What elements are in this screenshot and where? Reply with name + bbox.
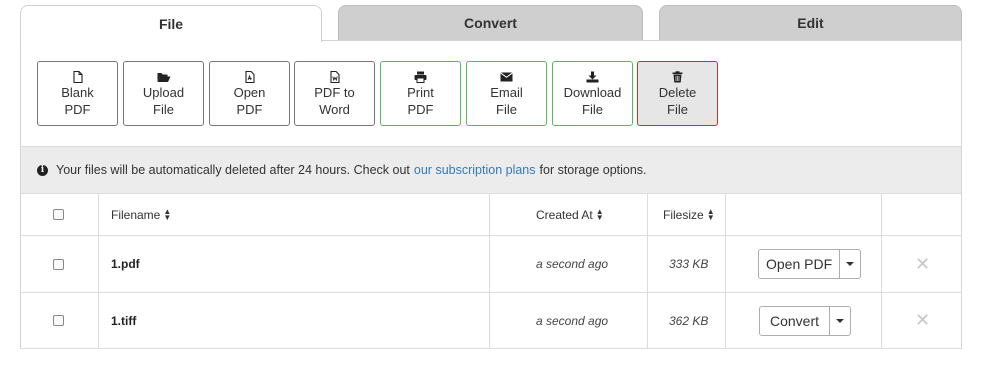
created-at-cell: a second ago — [536, 257, 609, 271]
delete-file-label-1: Delete — [658, 85, 697, 100]
folder-open-icon — [157, 70, 171, 84]
upload-file-label-2: File — [153, 102, 174, 117]
blank-file-icon — [72, 70, 83, 84]
remove-row-icon[interactable]: ✕ — [915, 254, 930, 275]
tab-edit-label: Edit — [797, 15, 824, 31]
upload-file-button[interactable]: Upload File — [123, 61, 204, 126]
remove-row-icon[interactable]: ✕ — [915, 310, 930, 331]
tab-convert-label: Convert — [464, 15, 517, 31]
row-checkbox[interactable] — [53, 258, 64, 270]
pdf-to-word-label-2: Word — [319, 102, 350, 117]
filename-cell: 1.pdf — [111, 257, 140, 271]
blank-pdf-button[interactable]: Blank PDF — [37, 61, 118, 126]
tab-convert[interactable]: Convert — [338, 5, 643, 40]
download-file-label-1: Download — [563, 85, 622, 100]
filename-cell: 1.tiff — [111, 313, 137, 328]
row-checkbox[interactable] — [53, 315, 64, 326]
storage-notice: i Your files will be automatically delet… — [21, 146, 961, 194]
delete-file-button[interactable]: Delete File — [637, 61, 718, 126]
email-file-button[interactable]: Email File — [466, 61, 547, 126]
print-pdf-label-1: Print — [407, 85, 434, 100]
sort-icon: ▲ ▼ — [595, 206, 604, 222]
info-icon: i — [37, 164, 48, 176]
tab-file-label: File — [158, 16, 184, 32]
file-panel: Blank PDF Upload File Open PDF PDF to Wo… — [20, 40, 962, 349]
download-file-button[interactable]: Download File — [552, 61, 633, 126]
caret-down-icon — [836, 318, 845, 323]
email-file-label-2: File — [496, 102, 517, 117]
filesize-header[interactable]: Filesize ▲ ▼ — [663, 194, 715, 235]
download-icon — [586, 70, 599, 84]
notice-text-before: Your files will be automatically deleted… — [56, 163, 410, 177]
select-all-checkbox[interactable] — [53, 209, 64, 220]
email-file-label-1: Email — [490, 85, 523, 100]
open-pdf-label-1: Open — [233, 85, 266, 100]
notice-text-after: for storage options. — [539, 163, 647, 177]
envelope-icon — [500, 70, 513, 84]
convert-action-group: Convert — [759, 305, 852, 336]
sort-icon: ▲ ▼ — [706, 206, 715, 222]
pdf-to-word-label-1: PDF to — [314, 85, 355, 100]
filename-header-label: Filename — [111, 207, 161, 222]
download-file-label-2: File — [582, 102, 603, 117]
upload-file-label-1: Upload — [142, 85, 185, 100]
caret-down-icon — [846, 262, 855, 266]
action-dropdown-toggle[interactable] — [830, 307, 850, 335]
delete-file-label-2: File — [667, 102, 688, 117]
tab-edit[interactable]: Edit — [659, 5, 962, 40]
print-pdf-button[interactable]: Print PDF — [380, 61, 461, 126]
table-header-row: Filename ▲ ▼ Created At ▲ ▼ Filesize ▲ ▼ — [21, 194, 961, 236]
trash-icon — [672, 70, 683, 84]
open-pdf-button[interactable]: Open PDF — [209, 61, 290, 126]
created-at-header-label: Created At — [536, 207, 593, 222]
print-icon — [414, 70, 427, 84]
table-row: 1.pdf a second ago 333 KB Open PDF ✕ — [21, 236, 961, 293]
table-row: 1.tiff a second ago 362 KB Convert ✕ — [21, 293, 961, 349]
blank-pdf-label-2: PDF — [64, 102, 91, 117]
pdf-file-icon — [244, 70, 255, 84]
blank-pdf-label-1: Blank — [61, 85, 94, 100]
word-file-icon — [329, 70, 340, 84]
open-pdf-label-2: PDF — [236, 102, 263, 117]
convert-action-button[interactable]: Convert — [760, 306, 831, 335]
filesize-cell: 362 KB — [669, 313, 709, 328]
created-at-header[interactable]: Created At ▲ ▼ — [536, 194, 604, 235]
sort-icon: ▲ ▼ — [163, 206, 172, 222]
filesize-header-label: Filesize — [663, 207, 704, 222]
action-dropdown-toggle[interactable] — [840, 250, 860, 278]
tab-file[interactable]: File — [20, 5, 322, 42]
print-pdf-label-2: PDF — [407, 102, 434, 117]
pdf-to-word-button[interactable]: PDF to Word — [294, 61, 375, 126]
created-at-cell: a second ago — [536, 313, 609, 328]
open-pdf-action-button[interactable]: Open PDF — [759, 250, 841, 278]
open-pdf-action-group: Open PDF — [758, 249, 862, 279]
filename-header[interactable]: Filename ▲ ▼ — [111, 194, 171, 235]
subscription-plans-link[interactable]: our subscription plans — [414, 163, 536, 177]
filesize-cell: 333 KB — [669, 257, 709, 271]
